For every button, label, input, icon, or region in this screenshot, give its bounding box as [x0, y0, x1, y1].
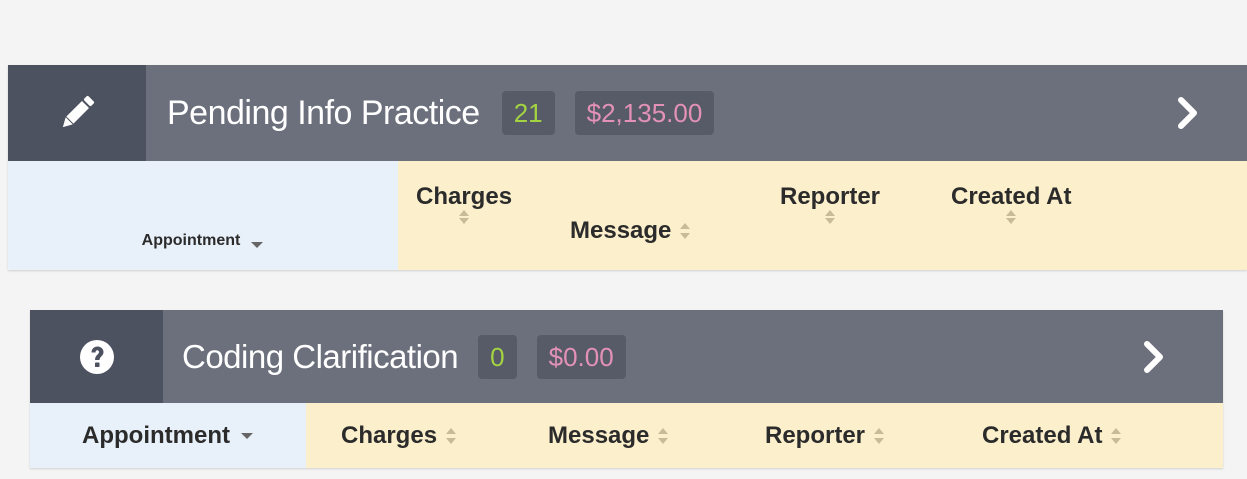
column-created-at[interactable]: Created At [982, 403, 1122, 468]
sort-icon [874, 427, 885, 444]
question-circle-icon [79, 339, 114, 374]
column-reporter[interactable]: Reporter [765, 403, 885, 468]
column-label: Message [548, 421, 650, 449]
caret-down-icon [251, 242, 264, 248]
column-label: Created At [982, 421, 1103, 449]
count-badge: 21 [501, 91, 555, 135]
sort-icon [446, 427, 457, 444]
icon-box [30, 310, 163, 403]
column-label: Created At [951, 183, 1072, 210]
column-charges[interactable]: Charges [416, 183, 512, 225]
sort-icon [1006, 210, 1017, 224]
table-header: Appointment Charges Message Reporter Cre… [30, 403, 1223, 468]
column-message[interactable]: Message [570, 217, 691, 245]
column-created-at[interactable]: Created At [951, 183, 1071, 225]
panel-title: Coding Clarification [182, 337, 459, 375]
sort-icon [459, 210, 470, 224]
column-label: Message [570, 217, 672, 244]
column-appointment[interactable]: Appointment [8, 161, 398, 270]
panel-title: Pending Info Practice [167, 93, 480, 132]
chevron-right-icon[interactable] [1143, 340, 1165, 374]
coding-clarification-panel: Coding Clarification 0 $0.00 Appointment… [30, 310, 1223, 468]
column-charges[interactable]: Charges [341, 403, 457, 468]
count-badge: 0 [478, 334, 517, 379]
table-header: Appointment Charges Message Reporter Cre… [8, 161, 1247, 270]
panel-header[interactable]: Pending Info Practice 21 $2,135.00 [8, 65, 1247, 161]
column-label: Reporter [780, 183, 881, 210]
column-label: Appointment [82, 421, 230, 449]
chevron-right-icon[interactable] [1177, 96, 1199, 130]
column-message[interactable]: Message [548, 403, 669, 468]
column-appointment[interactable]: Appointment [30, 403, 306, 468]
pencil-icon [62, 95, 95, 128]
amount-badge: $0.00 [536, 334, 626, 379]
column-label: Charges [416, 183, 513, 210]
pending-info-practice-panel: Pending Info Practice 21 $2,135.00 Appoi… [8, 65, 1247, 270]
column-label: Charges [341, 421, 438, 449]
sort-icon [1111, 427, 1122, 444]
panel-header[interactable]: Coding Clarification 0 $0.00 [30, 310, 1223, 403]
sort-icon [680, 223, 691, 239]
icon-box [8, 65, 146, 161]
amount-badge: $2,135.00 [574, 91, 715, 135]
column-label: Appointment [141, 232, 241, 249]
sort-icon [825, 210, 836, 224]
column-label: Reporter [765, 421, 866, 449]
column-reporter[interactable]: Reporter [780, 183, 880, 225]
sort-icon [658, 427, 669, 444]
caret-down-icon [240, 432, 253, 439]
